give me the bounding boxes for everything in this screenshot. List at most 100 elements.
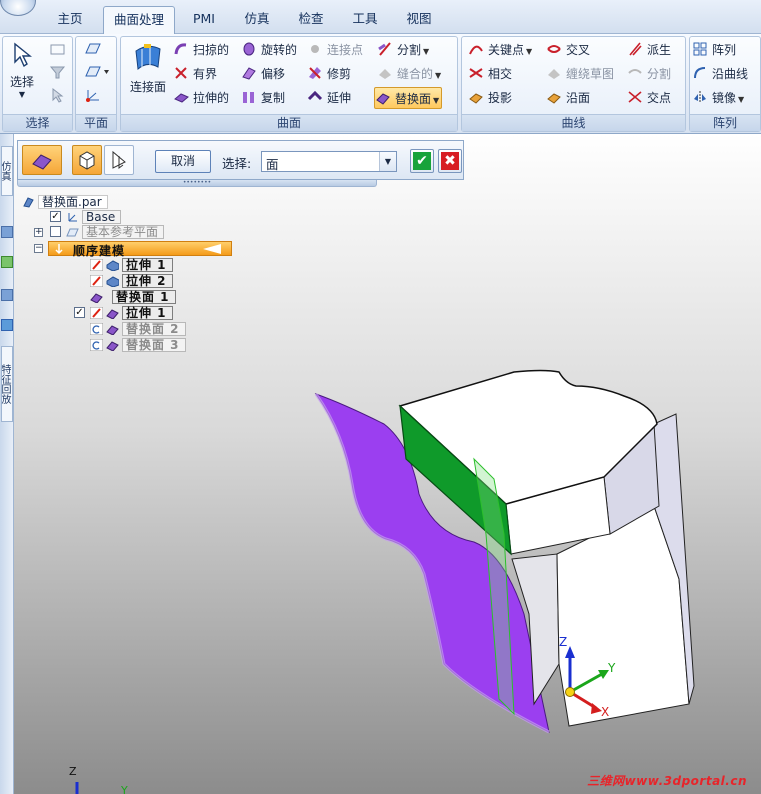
connect-button[interactable]: 连接点 xyxy=(307,39,363,61)
tab-tools[interactable]: 工具 xyxy=(342,6,388,34)
select-filter-funnel-icon[interactable] xyxy=(49,64,67,86)
feature-visibility-checkbox[interactable]: ✓ xyxy=(74,307,85,318)
chevron-down-icon[interactable]: ▼ xyxy=(379,152,396,171)
tab-inspect[interactable]: 检查 xyxy=(288,6,334,34)
ordered-modeling-node[interactable]: 顺序建模 xyxy=(48,241,232,258)
ribbon: 选择 ▼ 选择 平面 连接面 扫掠的 有界 拉伸的 旋转的 偏移 复制 连接点 … xyxy=(0,34,761,134)
base-visibility-checkbox[interactable]: ✓ xyxy=(50,211,61,222)
bluesurf-icon xyxy=(135,44,161,71)
select-tool-button[interactable]: 选择 ▼ xyxy=(5,39,39,111)
pattern-icon xyxy=(693,42,707,56)
wrap-sketch-label: 缠绕草图 xyxy=(566,67,615,81)
triad-y-label: Y xyxy=(607,661,616,675)
trim-button[interactable]: 修剪 xyxy=(307,63,351,85)
coordinate-system-button[interactable] xyxy=(84,87,102,109)
extruded-button[interactable]: 拉伸的 xyxy=(173,87,229,109)
edit-pencil-icon xyxy=(90,275,103,287)
contour-curve-button[interactable]: 沿面 xyxy=(546,87,590,109)
stitched-label: 缝合的 xyxy=(397,67,434,81)
split-button[interactable]: 分割 ▼ xyxy=(377,39,429,61)
chevron-down-icon: ▼ xyxy=(18,90,26,99)
select-pick-icon[interactable] xyxy=(49,87,67,109)
tab-pmi[interactable]: PMI xyxy=(182,6,226,34)
tree-feature-replace-face-2[interactable]: 替换面 2 xyxy=(90,322,186,336)
tab-home[interactable]: 主页 xyxy=(44,6,96,34)
offset-button[interactable]: 偏移 xyxy=(241,63,285,85)
cursor-arrow-icon xyxy=(14,42,32,68)
cross-curve-icon xyxy=(547,45,561,53)
group-surface: 连接面 扫掠的 有界 拉伸的 旋转的 偏移 复制 连接点 修剪 延伸 分割 ▼ … xyxy=(120,36,458,132)
ref-planes-visibility-checkbox[interactable] xyxy=(50,226,61,237)
rollback-marker-icon[interactable] xyxy=(203,244,221,254)
tree-ref-planes-node[interactable]: 基本参考平面 xyxy=(66,225,165,239)
tree-feature-extrude-2[interactable]: 拉伸 2 xyxy=(90,274,173,288)
wrap-sketch-button[interactable]: 缠绕草图 xyxy=(546,63,614,85)
extend-icon xyxy=(307,90,323,101)
plane-angle-button[interactable] xyxy=(84,64,110,86)
pattern-button[interactable]: 阵列 xyxy=(692,39,736,61)
tree-feature-replace-face-1[interactable]: 替换面 1 xyxy=(90,290,176,304)
swept-button[interactable]: 扫掠的 xyxy=(173,39,229,61)
select-faces-step[interactable] xyxy=(72,145,102,175)
bounded-button[interactable]: 有界 xyxy=(173,63,217,85)
select-filter-dropdown[interactable]: 面 ▼ xyxy=(261,151,397,172)
select-filter-icon-1[interactable] xyxy=(49,41,67,63)
cross-curve-button[interactable]: 交叉 xyxy=(546,39,590,61)
coordinate-system-icon xyxy=(86,90,99,102)
bluesurf-button[interactable]: 连接面 xyxy=(124,39,172,111)
intersection-icon xyxy=(469,68,483,78)
tab-feature-playback[interactable]: 特征回放 xyxy=(0,346,13,422)
group-pattern-label: 阵列 xyxy=(690,114,760,131)
intersection-point-button[interactable]: 交点 xyxy=(627,87,671,109)
chevron-down-icon: ▼ xyxy=(526,47,533,56)
contour-curve-icon xyxy=(547,93,561,104)
intersection-point-label: 交点 xyxy=(647,91,672,105)
project-label: 投影 xyxy=(488,91,513,105)
tab-simulation-pane[interactable]: 仿真 xyxy=(0,146,13,196)
tab-view[interactable]: 视图 xyxy=(396,6,442,34)
intersection-button[interactable]: 相交 xyxy=(468,63,512,85)
replace-face-button[interactable]: 替换面 ▼ xyxy=(374,87,443,109)
tree-file-node[interactable]: 替换面.par xyxy=(22,195,108,209)
split-icon xyxy=(378,42,391,56)
coordinate-system-icon xyxy=(68,213,77,222)
feature-playback-label: 特征回放 xyxy=(0,364,10,404)
revolved-button[interactable]: 旋转的 xyxy=(241,39,297,61)
cube-icon xyxy=(79,151,95,170)
plane-coincident-button[interactable] xyxy=(84,41,102,63)
tree-feature-extrude-1b[interactable]: 拉伸 1 xyxy=(90,306,173,320)
tree-base-node[interactable]: Base xyxy=(66,210,122,224)
command-options-button[interactable] xyxy=(22,145,62,175)
project-button[interactable]: 投影 xyxy=(468,87,512,109)
family-of-parts-icon[interactable] xyxy=(1,289,13,301)
stitched-button[interactable]: 缝合的 ▼ xyxy=(377,63,441,85)
tree-feature-replace-face-3[interactable]: 替换面 3 xyxy=(90,338,186,352)
extend-label: 延伸 xyxy=(327,91,352,105)
collapse-icon[interactable]: − xyxy=(34,244,43,253)
expand-icon[interactable]: + xyxy=(34,228,43,237)
cancel-button[interactable]: 取消 xyxy=(155,150,211,173)
split-curve-button[interactable]: 分割 xyxy=(627,63,671,85)
mirror-icon xyxy=(694,91,706,103)
tab-simulation[interactable]: 仿真 xyxy=(234,6,280,34)
cancel-command-button[interactable]: ✖ xyxy=(438,149,462,173)
mirror-button[interactable]: 镜像 ▼ xyxy=(692,87,744,109)
feature-library-icon[interactable] xyxy=(1,256,13,268)
layers-icon[interactable] xyxy=(1,226,13,238)
command-bar-grip[interactable]: •••••••• xyxy=(17,180,377,187)
select-target-step[interactable] xyxy=(104,145,134,175)
sensors-icon[interactable] xyxy=(1,319,13,331)
copy-button[interactable]: 复制 xyxy=(241,87,285,109)
derived-curve-button[interactable]: 派生 xyxy=(627,39,671,61)
keypoint-curve-button[interactable]: 关键点 ▼ xyxy=(468,39,532,61)
tree-ref-planes-label: 基本参考平面 xyxy=(82,225,165,239)
pattern-along-curve-button[interactable]: 沿曲线 xyxy=(692,63,748,85)
extend-button[interactable]: 延伸 xyxy=(307,87,351,109)
tab-surfacing[interactable]: 曲面处理 xyxy=(103,6,175,35)
select-filter-value: 面 xyxy=(266,157,279,172)
copy-surface-icon xyxy=(243,92,254,103)
application-button[interactable] xyxy=(0,0,36,16)
derived-curve-label: 派生 xyxy=(647,43,672,57)
accept-button[interactable]: ✔ xyxy=(410,149,434,173)
tree-feature-extrude-1[interactable]: 拉伸 1 xyxy=(90,258,173,272)
